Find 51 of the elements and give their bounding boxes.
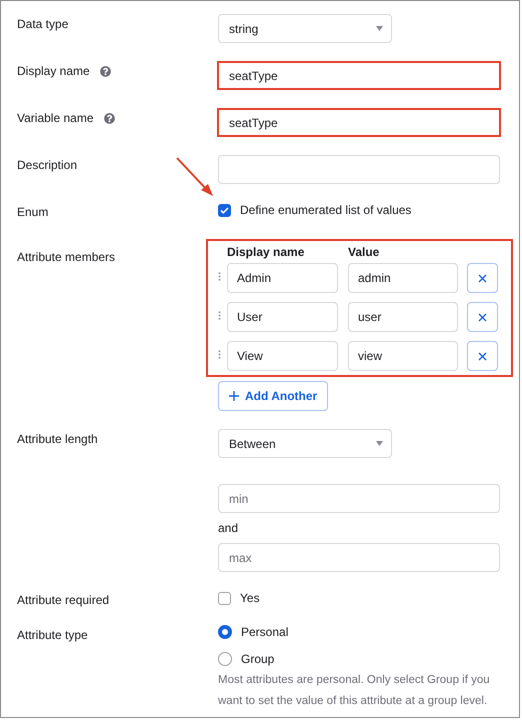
- help-icon[interactable]: [104, 112, 114, 124]
- caret-icon: [376, 26, 383, 31]
- select-field[interactable]: string: [218, 14, 392, 43]
- remove-button[interactable]: [467, 263, 498, 293]
- remove-button[interactable]: [467, 302, 498, 332]
- plus-icon: [229, 391, 239, 401]
- text-field[interactable]: seatType: [217, 61, 501, 90]
- remove-button[interactable]: [467, 341, 498, 371]
- radio-label: Personal: [241, 625, 288, 639]
- column-header: Display name: [227, 245, 306, 259]
- field-label: Display name: [17, 64, 90, 78]
- field-label: Attribute members: [17, 250, 116, 264]
- member-display-field[interactable]: Admin: [227, 263, 338, 293]
- field-label: Variable name: [17, 111, 94, 125]
- checkbox-label: Define enumerated list of values: [240, 203, 412, 217]
- checkbox-label: Yes: [240, 591, 260, 605]
- hint-text: Most attributes are personal. Only select Group if you want to set the value of this attribute at a group level.: [218, 673, 491, 709]
- radio-button[interactable]: [218, 625, 232, 639]
- select-field[interactable]: Between: [218, 429, 392, 458]
- field-label: Enum: [17, 205, 48, 219]
- radio-label: Group: [241, 652, 274, 666]
- member-value-field[interactable]: user: [348, 302, 458, 332]
- member-display-field[interactable]: View: [227, 341, 338, 371]
- annotation-arrow: [175, 156, 215, 198]
- add-another-button[interactable]: Add Another: [218, 381, 328, 411]
- drag-handle-icon[interactable]: [218, 311, 221, 320]
- member-value-field[interactable]: admin: [348, 263, 458, 293]
- text-field[interactable]: [218, 155, 500, 184]
- min-field[interactable]: min: [218, 484, 500, 513]
- drag-handle-icon[interactable]: [218, 272, 221, 281]
- help-icon[interactable]: [100, 66, 111, 76]
- field-label: Data type: [17, 17, 68, 31]
- close-icon: [478, 352, 487, 360]
- member-value-field[interactable]: view: [348, 341, 458, 371]
- field-label: Attribute required: [17, 593, 110, 607]
- max-field[interactable]: max: [218, 543, 500, 572]
- drag-handle-icon[interactable]: [218, 350, 221, 359]
- checkbox[interactable]: [218, 592, 231, 604]
- close-icon: [478, 274, 487, 282]
- field-label: Attribute length: [17, 432, 98, 446]
- column-header: Value: [348, 245, 380, 259]
- text-field[interactable]: seatType: [217, 108, 501, 137]
- field-label: Description: [17, 158, 78, 172]
- connector-text: and: [218, 521, 238, 535]
- close-icon: [478, 312, 487, 322]
- checkbox[interactable]: [218, 204, 231, 216]
- field-label: Attribute type: [17, 628, 88, 642]
- caret-icon: [376, 441, 383, 446]
- member-display-field[interactable]: User: [227, 302, 338, 332]
- checkmark-icon: [220, 206, 229, 214]
- radio-button[interactable]: [218, 652, 232, 666]
